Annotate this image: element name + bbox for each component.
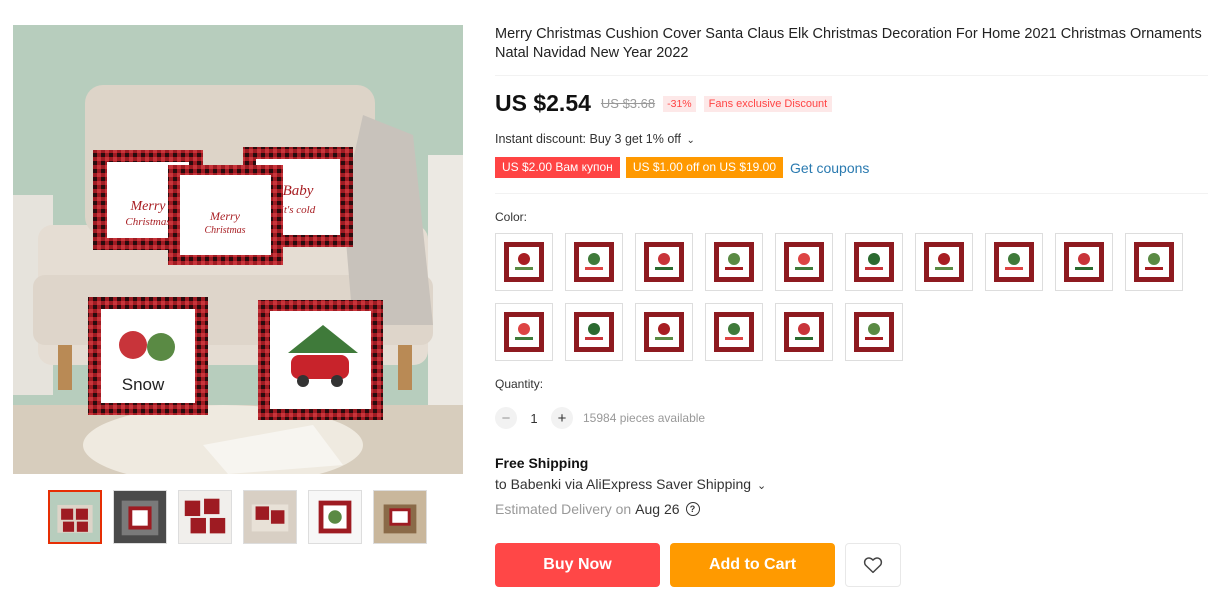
color-option-1[interactable] [495, 233, 553, 291]
color-option-13[interactable] [635, 303, 693, 361]
instant-discount-text: Instant discount: Buy 3 get 1% off [495, 132, 681, 146]
color-option-thumbnail [1134, 242, 1174, 282]
quantity-label: Quantity: [495, 377, 544, 391]
color-option-thumbnail [924, 242, 964, 282]
get-coupons-link[interactable]: Get coupons [790, 160, 869, 176]
svg-text:Snow: Snow [122, 375, 165, 394]
color-option-thumbnail [644, 312, 684, 352]
thumbnail-3[interactable] [178, 490, 232, 544]
fans-discount-badge: Fans exclusive Discount [703, 95, 833, 112]
thumbnail-6[interactable] [373, 490, 427, 544]
thumbnail-1[interactable] [48, 490, 102, 544]
estimated-delivery-date: Aug 26 [635, 501, 680, 517]
svg-text:Merry: Merry [130, 199, 167, 214]
color-option-15[interactable] [775, 303, 833, 361]
quantity-stepper: − 1 + 15984 pieces available [495, 407, 705, 429]
color-option-2[interactable] [565, 233, 623, 291]
shipping-title: Free Shipping [495, 455, 589, 471]
quantity-plus-button[interactable]: + [551, 407, 573, 429]
color-option-12[interactable] [565, 303, 623, 361]
color-option-thumbnail [714, 242, 754, 282]
discount-badge: -31% [663, 95, 696, 112]
chevron-down-icon: ⌄ [686, 135, 695, 146]
color-option-thumbnail [644, 242, 684, 282]
quantity-minus-button[interactable]: − [495, 407, 517, 429]
price-row: US $2.54 US $3.68 -31% Fans exclusive Di… [495, 90, 833, 117]
thumbnail-4[interactable] [243, 490, 297, 544]
add-to-cart-button[interactable]: Add to Cart [670, 543, 835, 587]
estimated-delivery-label: Estimated Delivery on [495, 501, 632, 517]
instant-discount[interactable]: Instant discount: Buy 3 get 1% off ⌄ [495, 132, 695, 146]
coupon-1[interactable]: US $2.00 Вам купон [495, 157, 620, 178]
svg-text:Merry: Merry [209, 209, 241, 223]
heart-icon [863, 557, 883, 574]
color-option-10[interactable] [1125, 233, 1183, 291]
coupon-row: US $2.00 Вам купон US $1.00 off on US $1… [495, 157, 869, 178]
divider [495, 193, 1208, 194]
available-count: 15984 pieces available [583, 411, 706, 425]
color-option-thumbnail [854, 242, 894, 282]
color-option-thumbnail [854, 312, 894, 352]
shipping-method-text: to Babenki via AliExpress Saver Shipping [495, 476, 752, 492]
color-option-9[interactable] [1055, 233, 1113, 291]
product-title: Merry Christmas Cushion Cover Santa Clau… [495, 26, 1202, 61]
color-option-thumbnail [994, 242, 1034, 282]
color-option-thumbnail [504, 242, 544, 282]
color-label: Color: [495, 210, 528, 224]
quantity-value[interactable]: 1 [517, 411, 551, 426]
color-option-5[interactable] [775, 233, 833, 291]
color-option-thumbnail [784, 312, 824, 352]
sofa-pillows-photo: Merry Christmas Baby it's cold Merry Chr… [13, 25, 463, 474]
color-option-6[interactable] [845, 233, 903, 291]
thumbnail-2[interactable] [113, 490, 167, 544]
main-product-image[interactable]: Merry Christmas Baby it's cold Merry Chr… [13, 25, 463, 474]
estimated-delivery: Estimated Delivery on Aug 26 ? [495, 501, 700, 517]
color-option-8[interactable] [985, 233, 1043, 291]
shipping-method[interactable]: to Babenki via AliExpress Saver Shipping… [495, 476, 766, 492]
color-option-4[interactable] [705, 233, 763, 291]
color-option-7[interactable] [915, 233, 973, 291]
svg-text:Christmas: Christmas [204, 225, 245, 236]
divider [495, 75, 1208, 76]
color-option-14[interactable] [705, 303, 763, 361]
color-option-thumbnail [574, 312, 614, 352]
wishlist-button[interactable] [845, 543, 901, 587]
color-swatches [495, 233, 1195, 361]
color-option-thumbnail [784, 242, 824, 282]
color-option-16[interactable] [845, 303, 903, 361]
original-price: US $3.68 [600, 96, 656, 111]
help-icon[interactable]: ? [685, 502, 700, 516]
color-option-11[interactable] [495, 303, 553, 361]
svg-text:Baby: Baby [283, 183, 314, 199]
coupon-2[interactable]: US $1.00 off on US $19.00 [625, 157, 784, 178]
buy-now-button[interactable]: Buy Now [495, 543, 660, 587]
thumbnail-strip [48, 490, 427, 544]
thumbnail-5[interactable] [308, 490, 362, 544]
color-option-3[interactable] [635, 233, 693, 291]
color-option-thumbnail [504, 312, 544, 352]
color-option-thumbnail [714, 312, 754, 352]
svg-text:it's cold: it's cold [281, 204, 316, 216]
chevron-down-icon: ⌄ [756, 480, 767, 492]
color-option-thumbnail [574, 242, 614, 282]
svg-text:Christmas: Christmas [125, 216, 170, 228]
current-price: US $2.54 [495, 90, 591, 116]
color-option-thumbnail [1064, 242, 1104, 282]
